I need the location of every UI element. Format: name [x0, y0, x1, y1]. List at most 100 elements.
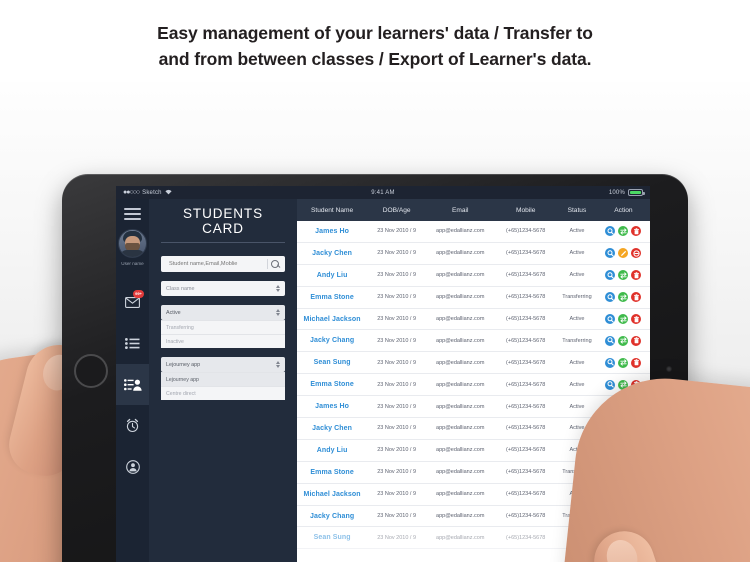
sidebar-item-students[interactable]: [116, 364, 149, 405]
cell-email: app@edallianz.com: [436, 491, 485, 498]
cell-student-name[interactable]: Jacky Chen: [297, 250, 367, 257]
status-select[interactable]: Active: [161, 305, 285, 320]
cell-student-name[interactable]: Jacky Chang: [297, 513, 367, 520]
cell-status: Transferring: [562, 294, 592, 301]
source-option[interactable]: Centre direct: [161, 386, 285, 400]
table-row[interactable]: Michael Jackson 23 Nov 2010 / 9 app@edalli…: [297, 309, 650, 331]
cell-student-name[interactable]: Michael Jackson: [297, 316, 367, 323]
search-icon[interactable]: [271, 259, 281, 269]
cell-dob: 23 Nov 2010 / 9: [377, 381, 417, 388]
sidebar-item-messages[interactable]: 99+: [116, 282, 149, 323]
status-option[interactable]: Transferring: [161, 320, 285, 334]
cell-email: app@edallianz.com: [436, 228, 485, 235]
cell-student-name[interactable]: Emma Stone: [297, 294, 367, 301]
cell-dob: 23 Nov 2010 / 9: [377, 469, 417, 476]
cell-dob: 23 Nov 2010 / 9: [377, 294, 417, 301]
table-row[interactable]: Andy Liu 23 Nov 2010 / 9 app@edallianz.com…: [297, 265, 650, 287]
cell-email: app@edallianz.com: [436, 250, 485, 257]
cell-mobile: (+65)1234-5678: [506, 250, 546, 257]
delete-button[interactable]: [631, 292, 642, 303]
view-button[interactable]: [605, 357, 616, 368]
transfer-button[interactable]: [618, 270, 629, 281]
cell-student-name[interactable]: Jacky Chen: [297, 425, 367, 432]
table-row[interactable]: James Ho 23 Nov 2010 / 9 app@edallianz.com…: [297, 221, 650, 243]
delete-button[interactable]: [631, 314, 642, 324]
table-row[interactable]: Jacky Chang 23 Nov 2010 / 9 app@edallianz.…: [297, 330, 650, 353]
view-button[interactable]: [605, 314, 616, 324]
source-option[interactable]: Lejourney app: [161, 372, 285, 386]
cell-student-name[interactable]: James Ho: [297, 403, 367, 410]
avatar[interactable]: User name: [118, 229, 147, 266]
cell-student-name[interactable]: Emma Stone: [297, 469, 367, 476]
table-row[interactable]: Emma Stone 23 Nov 2010 / 9 app@edallianz.c…: [297, 374, 650, 397]
delete-button[interactable]: [631, 335, 642, 346]
cell-email: app@edallianz.com: [436, 337, 485, 344]
search-field-wrapper[interactable]: [161, 256, 285, 272]
status-option[interactable]: Inactive: [161, 334, 285, 348]
view-button[interactable]: [605, 270, 616, 281]
cell-actions: [597, 357, 650, 368]
list-icon: [125, 338, 140, 349]
home-button[interactable]: [74, 354, 108, 388]
source-select[interactable]: Lejourney app: [161, 357, 285, 372]
source-select-group: Lejourney app Lejourney app Centre direc…: [161, 357, 285, 400]
alarm-clock-icon: [125, 418, 140, 433]
cell-student-name[interactable]: Andy Liu: [297, 272, 367, 279]
stepper-icon[interactable]: [276, 309, 280, 316]
cell-status: Active: [569, 272, 585, 279]
cell-student-name[interactable]: Jacky Chang: [297, 337, 367, 344]
delete-button[interactable]: [631, 270, 642, 281]
transfer-button[interactable]: [618, 292, 629, 303]
delete-button[interactable]: [631, 357, 642, 368]
stepper-icon[interactable]: [276, 361, 280, 368]
cell-status: Transferring: [562, 337, 592, 344]
edit-button[interactable]: [618, 248, 629, 259]
cell-actions: [597, 314, 650, 324]
column-header-email: Email: [451, 206, 469, 214]
transfer-button[interactable]: [618, 335, 629, 346]
cell-dob: 23 Nov 2010 / 9: [377, 447, 417, 454]
cell-dob: 23 Nov 2010 / 9: [377, 403, 417, 410]
table-row[interactable]: Sean Sung 23 Nov 2010 / 9 app@edallianz.co…: [297, 352, 650, 375]
transfer-button[interactable]: [618, 226, 629, 237]
class-name-select[interactable]: Class name: [161, 281, 285, 296]
search-input[interactable]: [167, 260, 264, 268]
view-button[interactable]: [605, 292, 616, 303]
sidebar-item-reminders[interactable]: [116, 405, 149, 446]
cell-status: Active: [569, 316, 585, 322]
transfer-button[interactable]: [618, 357, 629, 368]
user-avatar-image: [118, 229, 147, 258]
sidebar-item-profile[interactable]: [116, 446, 149, 487]
stepper-icon[interactable]: [276, 285, 280, 292]
table-row[interactable]: Emma Stone 23 Nov 2010 / 9 app@edallianz.c…: [297, 287, 650, 309]
cell-email: app@edallianz.com: [436, 513, 485, 520]
cell-student-name[interactable]: Sean Sung: [297, 534, 367, 541]
view-button[interactable]: [605, 379, 616, 390]
cell-student-name[interactable]: Andy Liu: [297, 447, 367, 454]
carrier-label: Sketch: [142, 189, 162, 196]
cell-student-name[interactable]: James Ho: [297, 228, 367, 235]
cell-status: Active: [569, 359, 585, 366]
view-button[interactable]: [605, 226, 616, 237]
cell-dob: 23 Nov 2010 / 9: [377, 272, 417, 279]
view-button[interactable]: [605, 248, 616, 259]
table-row[interactable]: Jacky Chen 23 Nov 2010 / 9 app@edallianz.c…: [297, 243, 650, 265]
view-button[interactable]: [605, 335, 616, 346]
hamburger-menu-icon[interactable]: [124, 208, 141, 220]
ios-status-bar: ●●○○○ Sketch 9:41 AM 100%: [116, 186, 650, 199]
cell-dob: 23 Nov 2010 / 9: [377, 513, 417, 520]
delete-button[interactable]: [631, 226, 642, 237]
cell-mobile: (+65)1234-5678: [506, 491, 546, 498]
product-photo: ●●○○○ Sketch 9:41 AM 100% User name 99+ …: [0, 82, 750, 562]
cell-email: app@edallianz.com: [436, 469, 485, 476]
transfer-button[interactable]: [618, 314, 629, 324]
signal-dots-icon: ●●○○○: [123, 189, 140, 196]
block-button[interactable]: [631, 248, 642, 259]
sidebar-item-classes[interactable]: [116, 323, 149, 364]
cell-student-name[interactable]: Emma Stone: [297, 381, 367, 388]
column-header-dob: DOB/Age: [382, 206, 411, 214]
column-header-action: Action: [614, 206, 633, 214]
cell-student-name[interactable]: Michael Jackson: [297, 491, 367, 498]
cell-student-name[interactable]: Sean Sung: [297, 359, 367, 366]
cell-dob: 23 Nov 2010 / 9: [377, 337, 417, 344]
